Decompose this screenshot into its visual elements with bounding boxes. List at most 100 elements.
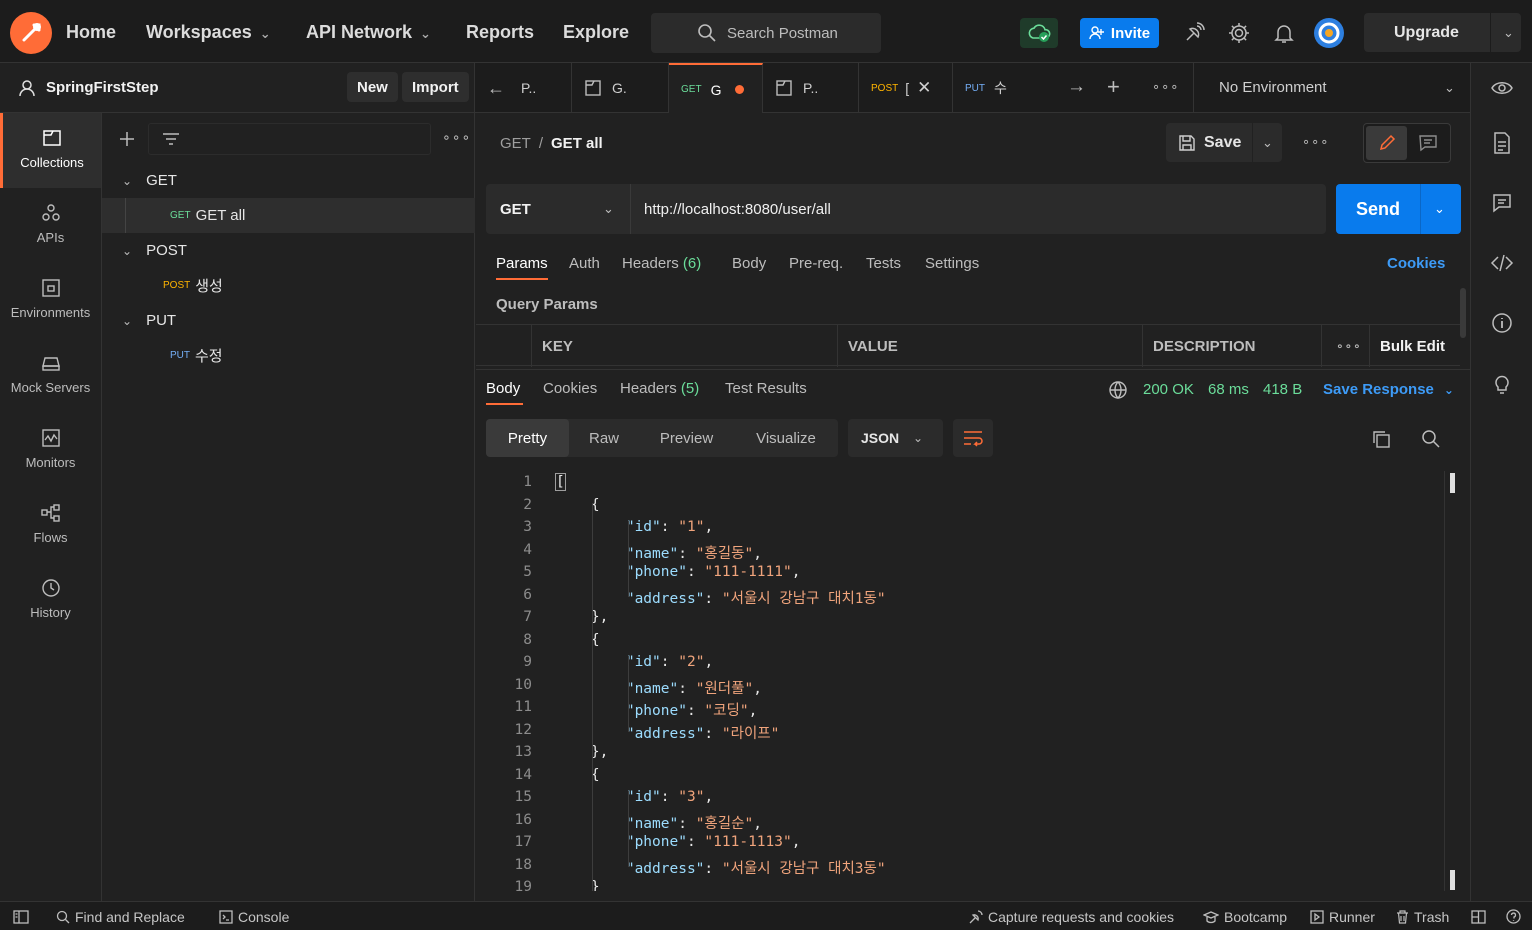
search-input[interactable]: Search Postman — [651, 13, 881, 53]
format-select[interactable]: JSON ⌄ — [848, 419, 943, 457]
tab-get-all[interactable]: GET G — [669, 63, 763, 114]
info-icon[interactable] — [1490, 311, 1514, 335]
tab-put[interactable]: PUT 수 — [953, 63, 1037, 113]
satellite-icon[interactable] — [1182, 21, 1206, 45]
nav-reports[interactable]: Reports — [466, 22, 534, 43]
rail-item-history[interactable]: History — [0, 563, 101, 638]
response-tab-headers[interactable]: Headers (5) — [620, 380, 699, 397]
wrap-lines-button[interactable] — [953, 419, 993, 457]
rail-item-mock-servers[interactable]: Mock Servers — [0, 338, 101, 413]
sidebar-toggle-icon[interactable] — [13, 910, 29, 924]
response-tab-body[interactable]: Body — [486, 380, 523, 405]
response-body-editor[interactable]: 1 [2 {3 "id": "1", 4 "name": "홍길동", 5 "phon… — [476, 471, 1456, 891]
import-button[interactable]: Import — [402, 72, 469, 102]
search-icon[interactable] — [1421, 429, 1441, 449]
rail-item-monitors[interactable]: Monitors — [0, 413, 101, 488]
method-select[interactable]: GET ⌄ — [486, 184, 631, 234]
postman-logo-icon[interactable] — [10, 12, 52, 54]
response-time[interactable]: 68 ms — [1208, 381, 1249, 398]
save-response-button[interactable]: Save Response ⌄ — [1323, 381, 1454, 398]
bell-icon[interactable] — [1272, 21, 1296, 45]
lightbulb-icon[interactable] — [1490, 371, 1514, 395]
more-options-icon[interactable]: ∘∘∘ — [1302, 134, 1329, 150]
rail-item-apis[interactable]: APIs — [0, 188, 101, 263]
url-input[interactable]: http://localhost:8080/user/all — [631, 184, 1326, 234]
code-icon[interactable] — [1490, 251, 1514, 275]
view-raw[interactable]: Raw — [569, 419, 639, 457]
new-button[interactable]: New — [347, 72, 398, 102]
tab-headers[interactable]: Headers (6) — [622, 255, 701, 272]
trash-button[interactable]: Trash — [1396, 909, 1449, 925]
view-pretty[interactable]: Pretty — [486, 419, 569, 457]
folder-get[interactable]: ⌄ GET — [102, 163, 475, 198]
tab-post[interactable]: POST [ ✕ — [859, 63, 953, 113]
tab-4[interactable]: P.. — [763, 63, 859, 113]
bulk-edit-button[interactable]: Bulk Edit — [1369, 325, 1460, 367]
upgrade-button[interactable]: Upgrade ⌄ — [1364, 13, 1521, 52]
request-title[interactable]: GET all — [551, 135, 603, 152]
request-item-create[interactable]: POST 생성 — [102, 268, 475, 303]
two-pane-icon[interactable] — [1471, 910, 1486, 924]
status-code[interactable]: 200 OK — [1143, 381, 1194, 398]
save-button[interactable]: Save ⌄ — [1166, 123, 1282, 162]
arrow-right-icon[interactable]: → — [1067, 76, 1086, 98]
comment-icon[interactable] — [1490, 191, 1514, 215]
help-icon[interactable] — [1506, 909, 1521, 924]
request-item-get-all[interactable]: GET GET all — [102, 198, 475, 233]
find-replace-button[interactable]: Find and Replace — [56, 909, 185, 925]
bootcamp-button[interactable]: Bootcamp — [1203, 909, 1287, 925]
rail-item-collections[interactable]: Collections — [0, 113, 101, 188]
tab-params[interactable]: Params — [496, 255, 548, 280]
folder-put[interactable]: ⌄ PUT — [102, 303, 475, 338]
sync-status-button[interactable] — [1020, 18, 1058, 48]
more-options-icon[interactable]: ∘∘∘ — [1321, 325, 1369, 367]
plus-icon[interactable]: + — [1107, 74, 1120, 100]
environment-selector[interactable]: No Environment ⌄ — [1193, 63, 1470, 113]
request-item-update[interactable]: PUT 수정 — [102, 338, 475, 373]
cookies-link[interactable]: Cookies — [1387, 255, 1445, 272]
avatar[interactable] — [1314, 18, 1344, 48]
view-visualize[interactable]: Visualize — [734, 419, 838, 457]
tab-tests[interactable]: Tests — [866, 255, 901, 272]
response-tab-test-results[interactable]: Test Results — [725, 380, 807, 397]
plus-icon[interactable] — [118, 130, 136, 148]
runner-button[interactable]: Runner — [1310, 909, 1375, 925]
breadcrumb-parent[interactable]: GET — [500, 135, 531, 152]
tab-auth[interactable]: Auth — [569, 255, 600, 272]
filter-input[interactable] — [148, 123, 431, 155]
editor-scrollbar-top[interactable] — [1450, 473, 1455, 493]
send-button[interactable]: Send ⌄ — [1336, 184, 1461, 234]
eye-icon[interactable] — [1490, 76, 1514, 100]
view-preview[interactable]: Preview — [639, 419, 734, 457]
rail-item-environments[interactable]: Environments — [0, 263, 101, 338]
more-options-icon[interactable]: ∘∘∘ — [1152, 79, 1179, 95]
documentation-icon[interactable] — [1490, 131, 1514, 155]
nav-api-network[interactable]: API Network ⌄ — [306, 22, 431, 43]
comment-icon[interactable] — [1418, 134, 1438, 152]
nav-workspaces[interactable]: Workspaces ⌄ — [146, 22, 271, 43]
tab-2[interactable]: G. — [572, 63, 669, 113]
editor-scrollbar-bottom[interactable] — [1450, 870, 1455, 890]
nav-home[interactable]: Home — [66, 22, 116, 43]
response-tab-cookies[interactable]: Cookies — [543, 380, 597, 397]
console-button[interactable]: Console — [219, 909, 289, 925]
tab-1[interactable]: ← P.. — [475, 63, 572, 113]
edit-mode-toggle[interactable] — [1363, 123, 1451, 163]
nav-explore[interactable]: Explore — [563, 22, 629, 43]
edit-mode-button[interactable] — [1366, 126, 1407, 160]
globe-icon[interactable] — [1108, 380, 1128, 400]
response-size[interactable]: 418 B — [1263, 381, 1302, 398]
capture-button[interactable]: Capture requests and cookies — [968, 909, 1174, 925]
more-options-icon[interactable]: ∘∘∘ — [442, 129, 471, 146]
copy-icon[interactable] — [1371, 429, 1391, 449]
tab-pre-request[interactable]: Pre-req. — [789, 255, 843, 272]
tab-settings[interactable]: Settings — [925, 255, 979, 272]
tab-body[interactable]: Body — [732, 255, 766, 272]
scrollbar[interactable] — [1460, 288, 1466, 338]
rail-item-flows[interactable]: Flows — [0, 488, 101, 563]
invite-button[interactable]: Invite — [1080, 18, 1159, 48]
close-icon[interactable]: ✕ — [917, 78, 931, 98]
workspace-name[interactable]: SpringFirstStep — [46, 79, 159, 96]
folder-post[interactable]: ⌄ POST — [102, 233, 475, 268]
gear-icon[interactable] — [1227, 21, 1251, 45]
